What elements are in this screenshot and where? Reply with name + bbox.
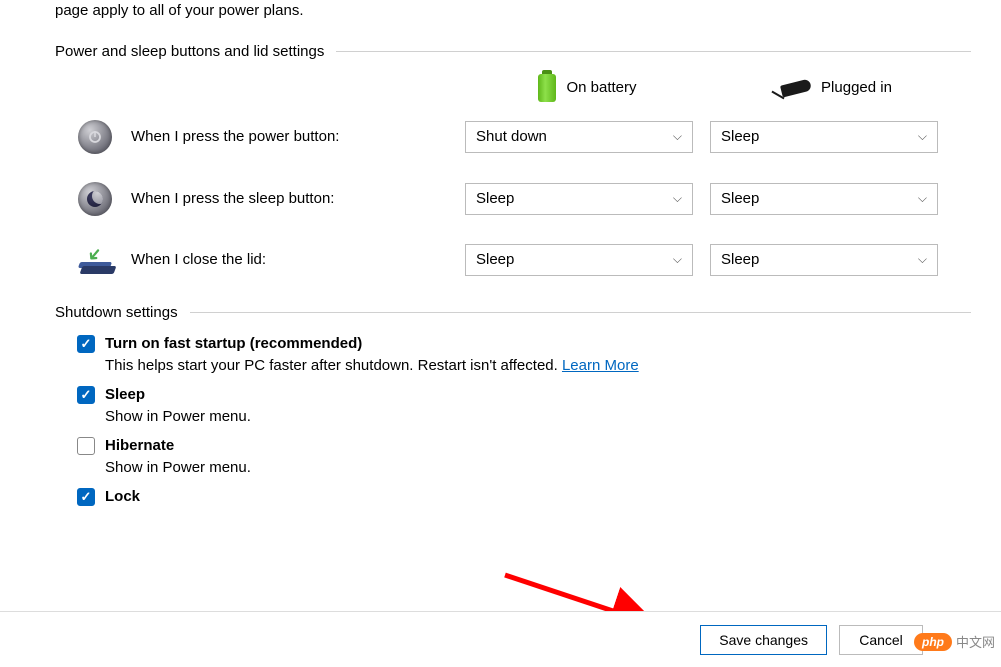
plug-icon xyxy=(773,78,811,98)
lid-icon: ➜ xyxy=(77,246,113,274)
footer-bar: Save changes Cancel xyxy=(0,611,1001,667)
col-on-battery: On battery xyxy=(465,74,710,102)
chevron-down-icon: ⌵ xyxy=(673,129,682,144)
option-description: Show in Power menu. xyxy=(105,408,971,425)
chevron-down-icon: ⌵ xyxy=(673,191,682,206)
checkbox-fast-startup[interactable] xyxy=(77,335,95,353)
watermark-text: 中文网 xyxy=(956,632,995,651)
intro-text: page apply to all of your power plans. xyxy=(55,0,971,23)
select-sleep-plugged[interactable]: Sleep⌵ xyxy=(710,183,938,215)
checkbox-hibernate[interactable] xyxy=(77,437,95,455)
section-header-shutdown: Shutdown settings xyxy=(55,304,971,321)
col-label: On battery xyxy=(566,79,636,96)
battery-icon xyxy=(538,74,556,102)
select-lid-plugged[interactable]: Sleep⌵ xyxy=(710,244,938,276)
save-button[interactable]: Save changes xyxy=(700,625,827,655)
watermark-brand: php xyxy=(914,633,952,651)
checkbox-label: Lock xyxy=(105,488,140,505)
chevron-down-icon: ⌵ xyxy=(918,252,927,267)
section-title: Shutdown settings xyxy=(55,304,190,321)
cancel-button[interactable]: Cancel xyxy=(839,625,923,655)
select-lid-battery[interactable]: Sleep⌵ xyxy=(465,244,693,276)
section-header-buttons-lid: Power and sleep buttons and lid settings xyxy=(55,43,971,60)
watermark: php 中文网 xyxy=(914,632,995,651)
select-sleep-battery[interactable]: Sleep⌵ xyxy=(465,183,693,215)
chevron-down-icon: ⌵ xyxy=(673,252,682,267)
col-label: Plugged in xyxy=(821,79,892,96)
sleep-button-icon xyxy=(78,182,112,216)
checkbox-sleep[interactable] xyxy=(77,386,95,404)
col-plugged-in: Plugged in xyxy=(710,78,955,98)
row-sleep-button: When I press the sleep button: Sleep⌵ Sl… xyxy=(55,182,971,216)
row-label: ➜ When I close the lid: xyxy=(55,246,465,274)
checkbox-label: Turn on fast startup (recommended) xyxy=(105,335,362,352)
row-power-button: When I press the power button: Shut down… xyxy=(55,120,971,154)
row-label: When I press the sleep button: xyxy=(55,182,465,216)
power-button-icon xyxy=(78,120,112,154)
select-power-battery[interactable]: Shut down⌵ xyxy=(465,121,693,153)
checkbox-lock[interactable] xyxy=(77,488,95,506)
option-description: Show in Power menu. xyxy=(105,459,971,476)
chevron-down-icon: ⌵ xyxy=(918,191,927,206)
checkbox-label: Hibernate xyxy=(105,437,174,454)
option-description: This helps start your PC faster after sh… xyxy=(105,357,971,374)
column-headers: On battery Plugged in xyxy=(55,74,971,102)
row-label: When I press the power button: xyxy=(55,120,465,154)
row-close-lid: ➜ When I close the lid: Sleep⌵ Sleep⌵ xyxy=(55,244,971,276)
checkbox-label: Sleep xyxy=(105,386,145,403)
section-title: Power and sleep buttons and lid settings xyxy=(55,43,336,60)
chevron-down-icon: ⌵ xyxy=(918,129,927,144)
select-power-plugged[interactable]: Sleep⌵ xyxy=(710,121,938,153)
learn-more-link[interactable]: Learn More xyxy=(562,357,639,374)
